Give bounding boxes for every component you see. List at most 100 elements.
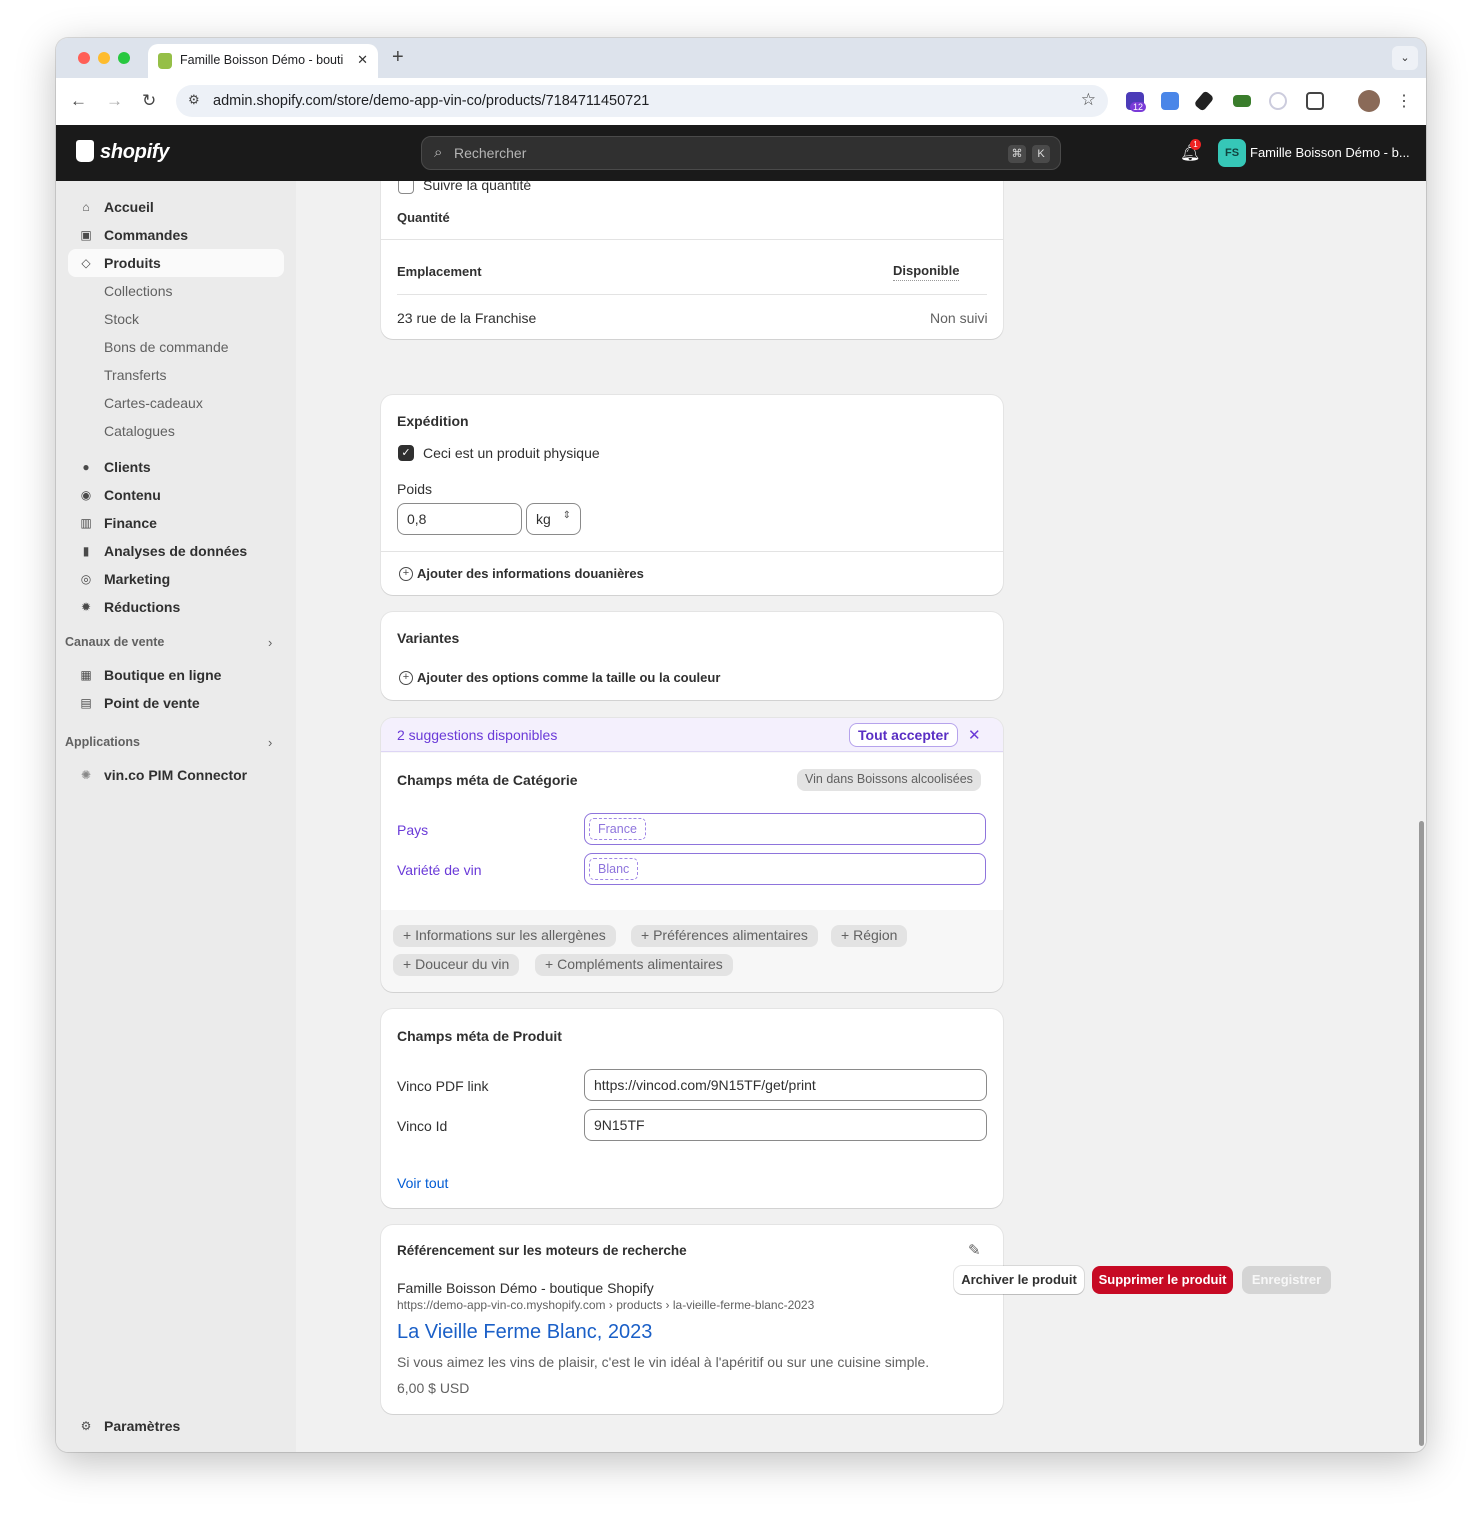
add-customs-link[interactable]: Ajouter des informations douanières: [417, 566, 644, 581]
plus-circle-icon: +: [399, 671, 413, 685]
add-region-chip[interactable]: + Région: [831, 925, 908, 947]
divider: [397, 294, 987, 295]
shopify-logo[interactable]: shopify: [76, 140, 169, 164]
see-all-link[interactable]: Voir tout: [397, 1175, 448, 1191]
sidebar-item-marketing[interactable]: ◎ Marketing: [68, 565, 284, 593]
browser-tab[interactable]: Famille Boisson Démo - bouti ✕: [148, 44, 378, 78]
sidebar-item-boutique-en-ligne[interactable]: ▦ Boutique en ligne: [68, 661, 284, 689]
variete-suggestion-input[interactable]: Blanc: [584, 853, 986, 885]
logo-text: shopify: [100, 141, 170, 163]
store-avatar[interactable]: FS: [1218, 139, 1246, 167]
close-tab-icon[interactable]: ✕: [357, 52, 368, 68]
eyedropper-extension-icon[interactable]: [1193, 90, 1215, 112]
chevron-right-icon[interactable]: ›: [268, 635, 272, 650]
add-dietary-preferences-chip[interactable]: + Préférences alimentaires: [631, 925, 818, 947]
extension-badge: 12: [1130, 102, 1147, 112]
site-settings-icon[interactable]: ⚙: [188, 92, 200, 108]
search-bar[interactable]: ⌕ Rechercher ⌘ K: [421, 136, 1061, 170]
browser-menu-icon[interactable]: ⋮: [1396, 91, 1412, 111]
sidebar-item-produits[interactable]: ◇ Produits: [68, 249, 284, 277]
sidebar-item-clients[interactable]: ● Clients: [68, 453, 284, 481]
edit-pencil-icon[interactable]: ✎: [968, 1241, 981, 1259]
field-label-variete: Variété de vin: [397, 862, 482, 878]
tab-search-icon[interactable]: ⌄: [1392, 46, 1418, 70]
kbd-k: K: [1032, 145, 1050, 163]
address-bar[interactable]: ⚙ admin.shopify.com/store/demo-app-vin-c…: [176, 85, 1108, 117]
save-button[interactable]: Enregistrer: [1242, 1266, 1331, 1294]
suggested-value-tag[interactable]: Blanc: [589, 858, 639, 880]
archive-product-button[interactable]: Archiver le produit: [954, 1266, 1084, 1294]
track-quantity-label: Suivre la quantité: [423, 181, 532, 193]
field-label-vinco-id: Vinco Id: [397, 1118, 448, 1134]
back-icon[interactable]: ←: [70, 91, 87, 111]
vinco-id-input[interactable]: 9N15TF: [584, 1109, 987, 1141]
sidebar: ⌂ Accueil ▣ Commandes ◇ Produits Collection…: [56, 181, 296, 1452]
sidebar-item-catalogues[interactable]: Catalogues: [68, 417, 284, 445]
apps-title[interactable]: Applications: [65, 735, 140, 749]
sidebar-item-stock[interactable]: Stock: [68, 305, 284, 333]
url-text[interactable]: admin.shopify.com/store/demo-app-vin-co/…: [213, 93, 649, 109]
scrollbar-thumb[interactable]: [1419, 821, 1424, 1446]
available-column-header[interactable]: Disponible: [893, 263, 960, 281]
new-tab-icon[interactable]: +: [392, 46, 404, 69]
add-wine-sweetness-chip[interactable]: + Douceur du vin: [393, 954, 520, 976]
dismiss-suggestions-icon[interactable]: ✕: [968, 726, 981, 744]
sidebar-item-accueil[interactable]: ⌂ Accueil: [68, 193, 284, 221]
field-label-pdf-link: Vinco PDF link: [397, 1078, 489, 1094]
location-column-header: Emplacement: [397, 264, 482, 279]
translate-extension-icon[interactable]: [1161, 92, 1179, 110]
sidebar-item-finance[interactable]: ▥ Finance: [68, 509, 284, 537]
add-allergens-chip[interactable]: + Informations sur les allergènes: [393, 925, 616, 947]
sidebar-item-label: Commandes: [104, 227, 189, 243]
sidebar-item-cartes-cadeaux[interactable]: Cartes-cadeaux: [68, 389, 284, 417]
sales-channels-title[interactable]: Canaux de vente: [65, 635, 164, 649]
sidebar-item-commandes[interactable]: ▣ Commandes: [68, 221, 284, 249]
add-supplements-chip[interactable]: + Compléments alimentaires: [535, 954, 733, 976]
puzzle-extensions-icon[interactable]: [1306, 92, 1324, 110]
app-icon: ✺: [80, 768, 92, 782]
add-variant-options-link[interactable]: Ajouter des options comme la taille ou l…: [417, 670, 720, 685]
vinco-pdf-link-input[interactable]: https://vincod.com/9N15TF/get/print: [584, 1069, 987, 1101]
sidebar-item-collections[interactable]: Collections: [68, 277, 284, 305]
weight-input[interactable]: 0,8: [397, 503, 522, 535]
tag-icon: ◇: [81, 256, 91, 270]
browser-toolbar: ← → ↻ ⚙ admin.shopify.com/store/demo-app…: [56, 78, 1426, 125]
product-metafields-title: Champs méta de Produit: [397, 1028, 562, 1044]
chevron-right-icon[interactable]: ›: [268, 735, 272, 750]
delete-product-button[interactable]: Supprimer le produit: [1092, 1266, 1233, 1294]
inventory-card: Suivre la quantité Quantité Emplacement …: [381, 181, 1003, 339]
sidebar-item-analyses[interactable]: ▮ Analyses de données: [68, 537, 284, 565]
close-window-icon[interactable]: [78, 52, 90, 64]
sidebar-item-vinco-app[interactable]: ✺ vin.co PIM Connector: [68, 761, 284, 789]
sidebar-item-parametres[interactable]: ⚙ Paramètres: [68, 1412, 284, 1440]
accept-all-button[interactable]: Tout accepter: [849, 723, 958, 747]
profile-avatar-icon[interactable]: [1358, 90, 1380, 112]
sidebar-item-contenu[interactable]: ◉ Contenu: [68, 481, 284, 509]
pays-suggestion-input[interactable]: France: [584, 813, 986, 845]
store-name[interactable]: Famille Boisson Démo - b...: [1250, 145, 1410, 160]
reload-icon[interactable]: ↻: [142, 91, 156, 111]
category-badge: Vin dans Boissons alcoolisées: [797, 769, 981, 791]
track-quantity-checkbox[interactable]: [398, 181, 414, 194]
sidebar-item-transferts[interactable]: Transferts: [68, 361, 284, 389]
sidebar-item-reductions[interactable]: ✹ Réductions: [68, 593, 284, 621]
minimize-window-icon[interactable]: [98, 52, 110, 64]
forward-icon[interactable]: →: [106, 91, 123, 111]
sync-extension-icon[interactable]: [1269, 92, 1287, 110]
divider: [381, 239, 1003, 240]
chip-label: Préférences alimentaires: [653, 927, 808, 943]
suggested-value-tag[interactable]: France: [589, 818, 646, 840]
maximize-window-icon[interactable]: [118, 52, 130, 64]
main-content: Suivre la quantité Quantité Emplacement …: [296, 181, 1426, 1452]
search-icon: ⌕: [434, 144, 443, 161]
glasses-extension-icon[interactable]: [1233, 95, 1251, 107]
quantity-title: Quantité: [397, 210, 450, 225]
weight-unit-select[interactable]: kg ⇕: [526, 503, 581, 535]
physical-product-checkbox[interactable]: ✓: [398, 445, 414, 461]
sidebar-item-label: Bons de commande: [104, 339, 229, 355]
person-icon: ●: [82, 460, 90, 474]
weight-label: Poids: [397, 481, 433, 497]
bookmark-star-icon[interactable]: ☆: [1081, 90, 1096, 110]
sidebar-item-point-de-vente[interactable]: ▤ Point de vente: [68, 689, 284, 717]
sidebar-item-bons-de-commande[interactable]: Bons de commande: [68, 333, 284, 361]
